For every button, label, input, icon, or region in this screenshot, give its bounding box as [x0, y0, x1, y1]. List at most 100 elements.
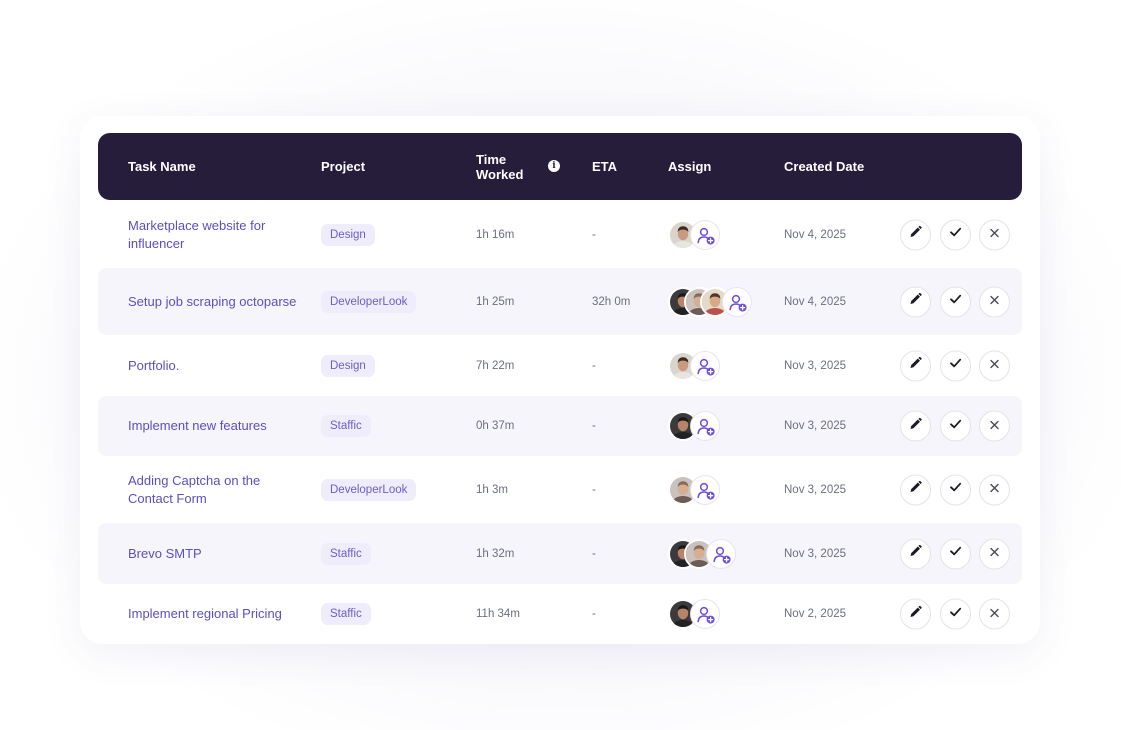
project-badge: Staffic — [321, 542, 371, 565]
check-icon — [949, 605, 962, 623]
task-name-link[interactable]: Adding Captcha on the Contact Form — [128, 472, 308, 508]
eta-value: 32h 0m — [592, 295, 631, 308]
column-header-project[interactable]: Project — [321, 159, 365, 174]
pencil-icon — [909, 544, 922, 563]
row-actions — [900, 410, 1010, 442]
add-user-button[interactable] — [690, 599, 720, 629]
delete-button[interactable] — [979, 286, 1010, 317]
row-actions — [900, 350, 1010, 381]
check-icon — [949, 545, 962, 563]
complete-button[interactable] — [940, 410, 971, 442]
time-worked: 0h 37m — [476, 420, 515, 432]
column-header-assign[interactable]: Assign — [668, 159, 711, 174]
created-date: Nov 2, 2025 — [784, 608, 847, 620]
check-icon — [949, 417, 962, 435]
add-user-button[interactable] — [706, 538, 736, 569]
task-name-link[interactable]: Brevo SMTP — [128, 545, 308, 563]
task-name-link[interactable]: Setup job scraping octoparse — [128, 293, 308, 311]
close-icon — [989, 605, 1000, 623]
page-background: Task Name Project Time Worked i ETA Assi… — [0, 0, 1121, 730]
check-icon — [949, 293, 962, 311]
close-icon — [989, 481, 1000, 499]
close-icon — [989, 545, 1000, 563]
task-name-link[interactable]: Implement regional Pricing — [128, 605, 308, 623]
created-date: Nov 4, 2025 — [784, 228, 847, 241]
pencil-icon — [909, 480, 922, 499]
time-worked: 11h 34m — [476, 608, 520, 620]
complete-button[interactable] — [940, 350, 971, 381]
column-header-task-name[interactable]: Task Name — [128, 159, 196, 174]
row-actions — [900, 219, 1010, 250]
created-date: Nov 3, 2025 — [784, 420, 847, 432]
project-badge: Design — [321, 223, 375, 246]
pencil-icon — [909, 225, 922, 244]
delete-button[interactable] — [979, 350, 1010, 381]
edit-button[interactable] — [900, 219, 931, 250]
project-badge: Staffic — [321, 603, 371, 625]
eta-value: - — [592, 228, 596, 241]
task-name-link[interactable]: Marketplace website for influencer — [128, 217, 308, 253]
complete-button[interactable] — [940, 474, 971, 505]
table-row[interactable]: Setup job scraping octoparse DeveloperLoo… — [98, 268, 1022, 335]
table-row[interactable]: Adding Captcha on the Contact Form Develo… — [98, 456, 1022, 523]
delete-button[interactable] — [979, 219, 1010, 250]
time-worked: 1h 25m — [476, 295, 515, 308]
task-name-link[interactable]: Portfolio. — [128, 357, 308, 375]
column-header-time-worked[interactable]: Time Worked — [476, 152, 536, 182]
add-user-button[interactable] — [690, 219, 720, 250]
created-date: Nov 3, 2025 — [784, 359, 847, 372]
edit-button[interactable] — [900, 598, 931, 630]
eta-value: - — [592, 547, 596, 560]
table-row[interactable]: Implement new features Staffic 0h 37m - Nov … — [98, 396, 1022, 456]
table-row[interactable]: Implement regional Pricing Staffic 11h 34m… — [98, 584, 1022, 644]
project-badge: Design — [321, 354, 375, 377]
delete-button[interactable] — [979, 538, 1010, 569]
delete-button[interactable] — [979, 410, 1010, 442]
task-name-link[interactable]: Implement new features — [128, 417, 308, 435]
row-actions — [900, 474, 1010, 505]
created-date: Nov 4, 2025 — [784, 295, 847, 308]
close-icon — [989, 226, 1000, 244]
close-icon — [989, 417, 1000, 435]
column-header-created-date[interactable]: Created Date — [784, 159, 864, 174]
pencil-icon — [909, 356, 922, 375]
task-table-card: Task Name Project Time Worked i ETA Assi… — [80, 116, 1040, 644]
row-actions — [900, 598, 1010, 630]
row-actions — [900, 286, 1010, 317]
check-icon — [949, 226, 962, 244]
time-worked: 1h 3m — [476, 483, 508, 496]
close-icon — [989, 293, 1000, 311]
edit-button[interactable] — [900, 286, 931, 317]
created-date: Nov 3, 2025 — [784, 547, 847, 560]
table-row[interactable]: Brevo SMTP Staffic 1h 32m - Nov 3, 2025 — [98, 523, 1022, 584]
add-user-button[interactable] — [690, 411, 720, 441]
table-row[interactable]: Portfolio. Design 7h 22m - Nov 3, 2025 — [98, 335, 1022, 396]
add-user-button[interactable] — [690, 474, 720, 505]
project-badge: Staffic — [321, 415, 371, 437]
complete-button[interactable] — [940, 219, 971, 250]
delete-button[interactable] — [979, 474, 1010, 505]
project-badge: DeveloperLook — [321, 478, 417, 501]
check-icon — [949, 357, 962, 375]
delete-button[interactable] — [979, 598, 1010, 630]
eta-value: - — [592, 608, 596, 620]
info-icon[interactable]: i — [548, 160, 560, 172]
complete-button[interactable] — [940, 538, 971, 569]
pencil-icon — [909, 292, 922, 311]
edit-button[interactable] — [900, 350, 931, 381]
edit-button[interactable] — [900, 538, 931, 569]
pencil-icon — [909, 605, 922, 623]
add-user-button[interactable] — [722, 286, 752, 317]
edit-button[interactable] — [900, 410, 931, 442]
table-row[interactable]: Marketplace website for influencer Design… — [98, 201, 1022, 268]
time-worked: 7h 22m — [476, 359, 515, 372]
edit-button[interactable] — [900, 474, 931, 505]
complete-button[interactable] — [940, 286, 971, 317]
created-date: Nov 3, 2025 — [784, 483, 847, 496]
eta-value: - — [592, 420, 596, 432]
check-icon — [949, 481, 962, 499]
complete-button[interactable] — [940, 598, 971, 630]
add-user-button[interactable] — [690, 350, 720, 381]
column-header-eta[interactable]: ETA — [592, 159, 617, 174]
eta-value: - — [592, 359, 596, 372]
